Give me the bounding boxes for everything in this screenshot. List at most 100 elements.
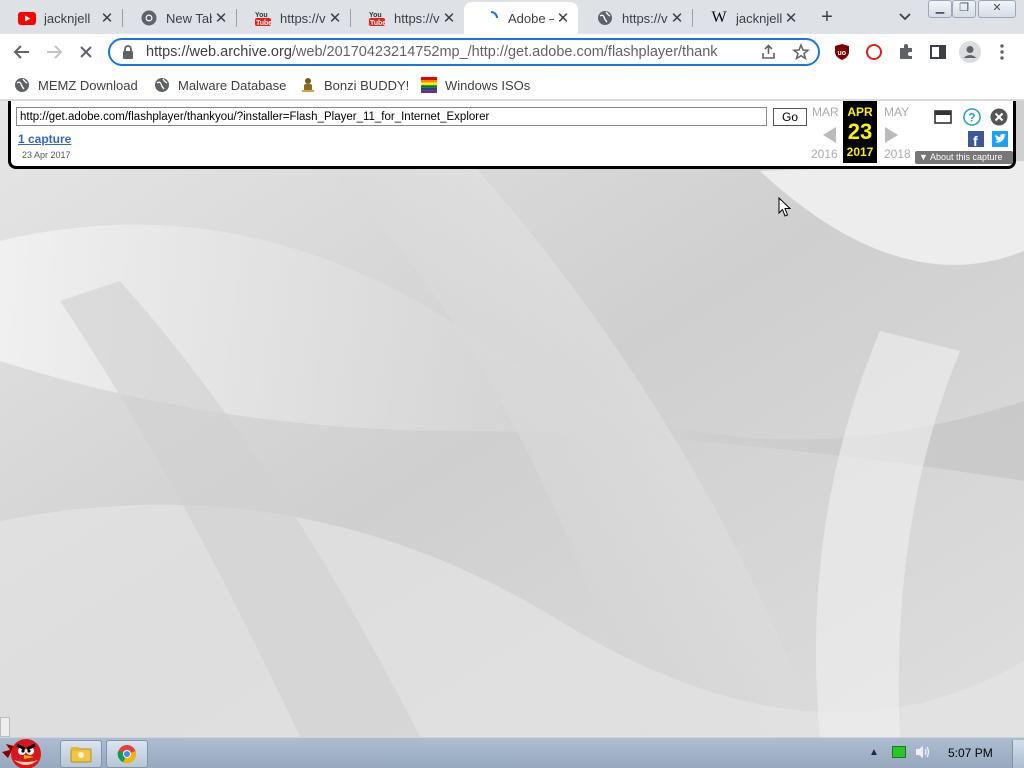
svg-text:Tube: Tube (370, 20, 385, 26)
bookmark-star-icon[interactable] (792, 42, 810, 66)
close-window-button[interactable]: ✕ (978, 0, 1016, 18)
close-tab-icon[interactable]: ✕ (782, 9, 800, 27)
tab-2[interactable]: You Tube https://v ✕ (236, 2, 350, 34)
lock-icon (122, 45, 136, 59)
bookmark-label: Malware Database (178, 77, 287, 93)
svg-text:You: You (369, 12, 382, 19)
twitter-icon[interactable] (991, 130, 1009, 148)
bookmarks-bar: MEMZ Download Malware Database Bonzi BUD… (0, 70, 1024, 100)
folder-icon (70, 747, 92, 763)
forward-arrow-icon (47, 45, 63, 59)
next-arrow-icon[interactable] (885, 127, 898, 143)
tab-3[interactable]: You Tube https://v ✕ (350, 2, 464, 34)
volume-icon[interactable] (914, 744, 932, 765)
back-button[interactable] (10, 40, 34, 64)
tab-4-active[interactable]: Adobe – ✕ (464, 2, 578, 34)
svg-text:?: ? (968, 111, 975, 125)
prev-arrow-icon[interactable] (823, 127, 836, 143)
show-desktop-button[interactable] (1012, 740, 1024, 768)
wayback-toolbar: Go 1 capture 23 Apr 2017 MAR 2016 APR 23… (8, 101, 1016, 169)
tab-1[interactable]: New Tab ✕ (122, 2, 236, 34)
maximize-button[interactable]: ❐ (952, 0, 976, 18)
loading-spinner-icon (482, 9, 500, 27)
url-host: https://web.archive.org (146, 44, 292, 60)
bookmark-memz[interactable]: MEMZ Download (14, 75, 138, 95)
captures-link[interactable]: 1 capture (18, 132, 71, 146)
abstract-gray-background (0, 101, 1024, 737)
close-toolbar-icon[interactable] (990, 108, 1008, 126)
close-icon (80, 46, 92, 58)
facebook-icon[interactable]: f (967, 130, 985, 148)
taskbar-chrome[interactable] (106, 740, 148, 768)
bookmark-label: Bonzi BUDDY! (324, 77, 410, 93)
chrome-icon (140, 9, 158, 27)
windows-flag-icon (421, 77, 437, 93)
menu-kebab-icon[interactable] (990, 40, 1014, 64)
close-tab-icon[interactable]: ✕ (554, 9, 572, 27)
new-tab-button[interactable]: + (817, 6, 837, 28)
mouse-cursor-icon (778, 197, 792, 217)
url-path: /web/20170423214752mp_/http://get.adobe.… (291, 44, 718, 60)
caret-down-icon: ▼ (919, 152, 928, 162)
current-day: 23 (847, 119, 873, 144)
calendar-window-icon[interactable] (934, 108, 952, 126)
browser-toolbar: https://web.archive.org/web/201704232147… (0, 34, 1024, 70)
prev-month[interactable]: MAR (812, 105, 839, 119)
opera-ring-icon[interactable] (862, 40, 886, 64)
svg-text:You: You (255, 12, 268, 19)
youtube-tube-icon: You Tube (368, 9, 386, 27)
youtube-icon (18, 9, 36, 27)
share-icon[interactable] (760, 44, 778, 65)
tab-0[interactable]: jacknjell ✕ (0, 2, 122, 34)
network-icon[interactable] (892, 746, 906, 758)
prev-year[interactable]: 2016 (811, 147, 838, 161)
profile-avatar-icon[interactable] (958, 40, 982, 64)
tab-5[interactable]: https://v ✕ (578, 2, 692, 34)
close-tab-icon[interactable]: ✕ (212, 9, 230, 27)
capture-date: 23 Apr 2017 (22, 150, 71, 160)
chrome-icon (117, 745, 137, 764)
wikipedia-icon: W (711, 9, 727, 26)
tab-6[interactable]: W jacknjell ✕ (692, 2, 806, 34)
close-tab-icon[interactable]: ✕ (98, 9, 116, 27)
tab-title: https://v (280, 10, 326, 26)
next-month[interactable]: MAY (884, 105, 909, 119)
show-hidden-icons[interactable]: ▲ (869, 747, 879, 758)
help-icon[interactable]: ? (963, 108, 981, 126)
address-bar[interactable]: https://web.archive.org/web/201704232147… (108, 38, 820, 66)
extensions-puzzle-icon[interactable] (894, 40, 918, 64)
tab-title: https://v (622, 10, 668, 26)
minimize-button[interactable]: ▁ (928, 0, 952, 18)
tab-strip: jacknjell ✕ New Tab ✕ You Tube https://v … (0, 0, 1024, 34)
page-content: Go 1 capture 23 Apr 2017 MAR 2016 APR 23… (0, 101, 1024, 737)
bookmark-label: Windows ISOs (445, 77, 531, 93)
taskbar-explorer[interactable] (60, 740, 102, 768)
tab-title: Adobe – (508, 10, 554, 26)
next-year[interactable]: 2018 (884, 147, 911, 161)
start-button[interactable] (0, 730, 52, 768)
ublock-icon[interactable]: uo (830, 40, 854, 64)
bookmark-label: MEMZ Download (38, 77, 138, 93)
tab-search-button[interactable] (895, 8, 915, 26)
close-tab-icon[interactable]: ✕ (326, 9, 344, 27)
close-tab-icon[interactable]: ✕ (440, 9, 458, 27)
globe-icon (596, 9, 614, 27)
current-month: APR (847, 105, 873, 119)
current-capture-date: APR 23 2017 (843, 101, 877, 163)
about-capture-button[interactable]: ▼ About this capture (915, 151, 1013, 164)
bookmark-bonzi-buddy[interactable]: Bonzi BUDDY! (300, 75, 409, 95)
clock-time[interactable]: 5:07 PM (948, 746, 993, 760)
forward-button[interactable] (42, 40, 66, 64)
bookmark-malware-database[interactable]: Malware Database (154, 75, 286, 95)
angry-bird-start-icon (2, 739, 41, 768)
svg-text:f: f (973, 133, 978, 147)
stop-button[interactable] (74, 40, 98, 64)
bookmark-windows-isos[interactable]: Windows ISOs (421, 75, 530, 95)
svg-text:Tube: Tube (256, 20, 271, 26)
side-panel-icon[interactable] (926, 40, 950, 64)
wayback-go-button[interactable]: Go (773, 108, 807, 126)
close-tab-icon[interactable]: ✕ (668, 9, 686, 27)
chevron-down-icon (899, 13, 911, 21)
windows-taskbar: ▲ 5:07 PM (0, 737, 1024, 768)
wayback-url-input[interactable] (16, 107, 767, 126)
